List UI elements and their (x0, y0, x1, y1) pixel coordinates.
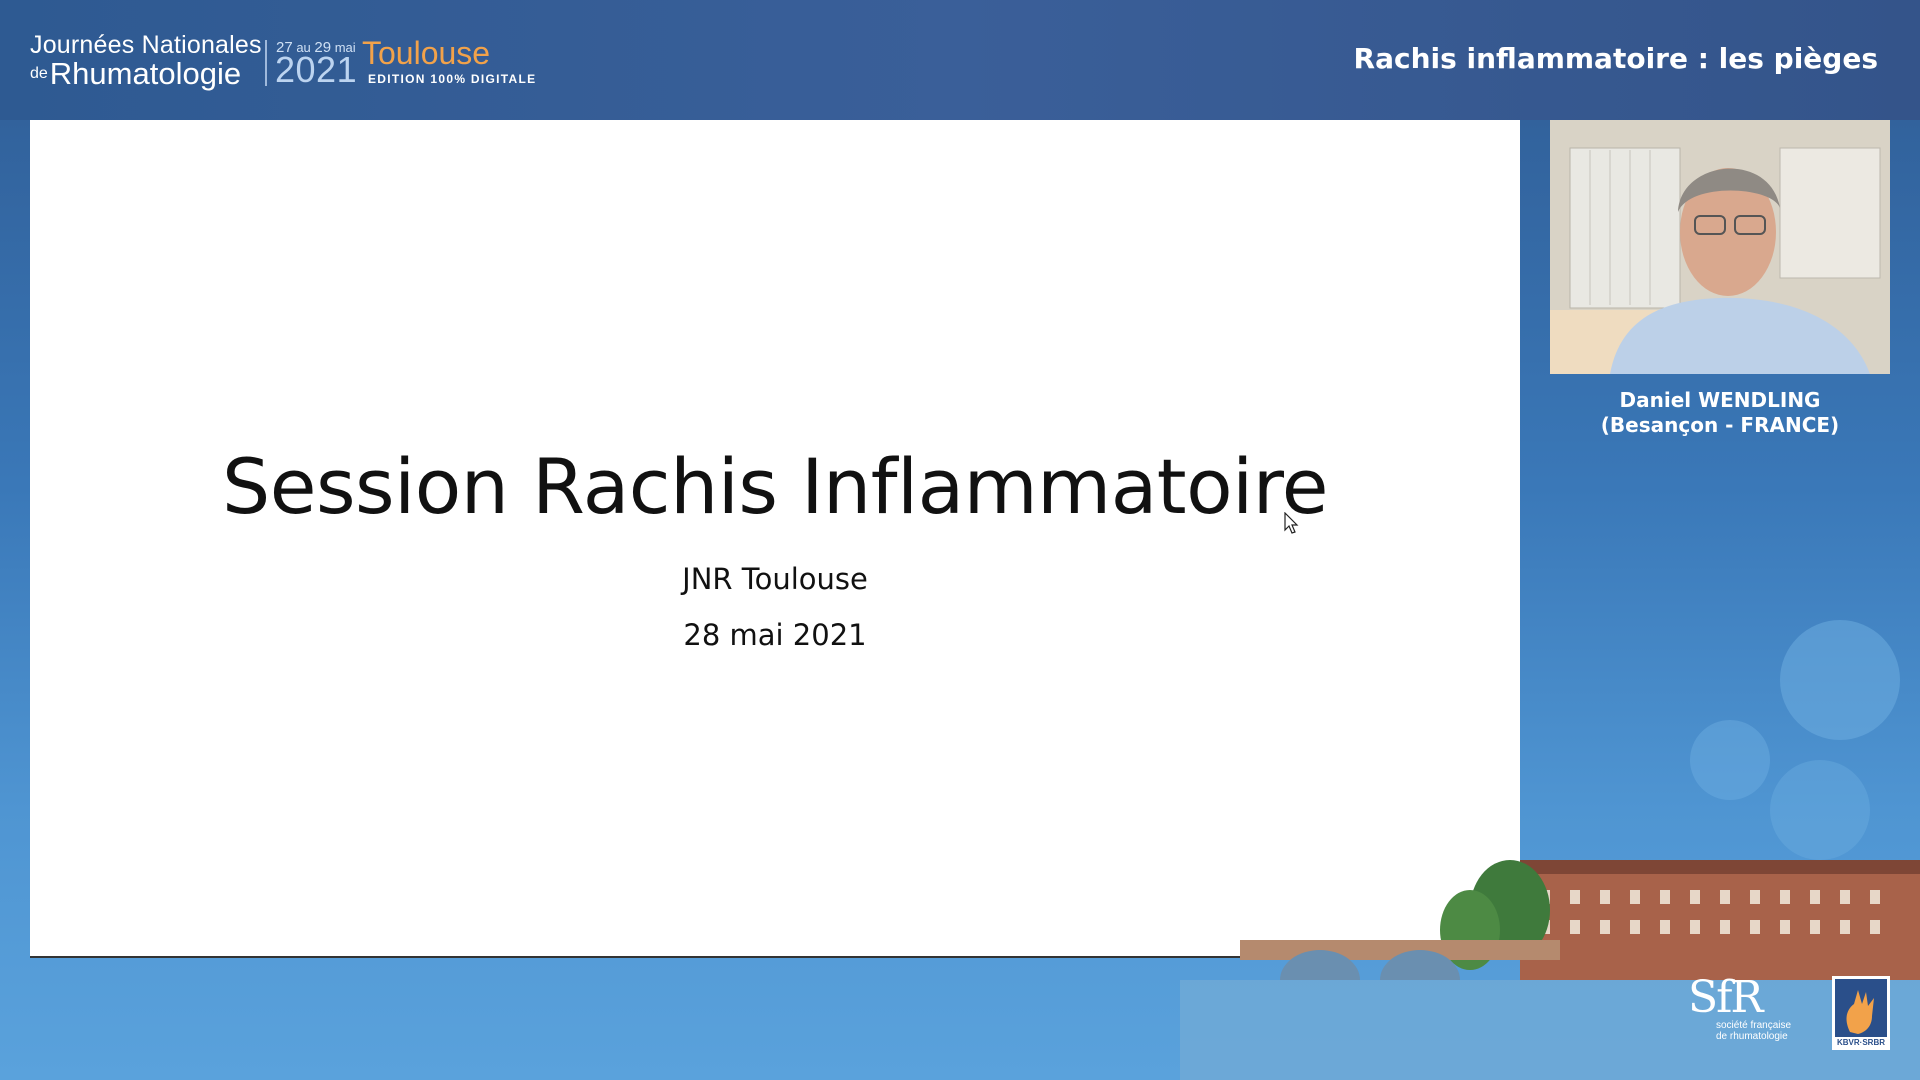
slide-subtitle-event: JNR Toulouse (682, 562, 868, 596)
sfr-logo-line2: de rhumatologie (1716, 1031, 1788, 1042)
logo-rhumatologie: Rhumatologie (49, 56, 242, 91)
speaker-location: (Besançon - FRANCE) (1600, 413, 1840, 437)
kbvr-label: KBVR·SRBR (1837, 1038, 1885, 1047)
talk-title: Rachis inflammatoire : les pièges (1353, 42, 1878, 75)
logo-de: de (30, 65, 48, 82)
presentation-slide: Session Rachis Inflammatoire JNR Toulous… (30, 120, 1520, 958)
logo-edition: EDITION 100% DIGITALE (368, 72, 537, 86)
logo-line1: Journées Nationales (30, 31, 262, 59)
sfr-logo-text: SfR (1688, 972, 1764, 1023)
logo-line2: deRhumatologie (30, 58, 262, 90)
sfr-logo: SfR société française de rhumatologie (1688, 972, 1792, 1043)
mouse-cursor-icon (1284, 512, 1299, 534)
logo-separator (265, 40, 267, 86)
logo-city: Toulouse (362, 35, 491, 71)
slide-subtitle-date: 28 mai 2021 (683, 618, 867, 652)
speaker-video-frame (1550, 120, 1890, 374)
logo-year: 2021 (275, 49, 358, 90)
jnr-logo: Journées Nationales deRhumatologie (30, 32, 262, 90)
sfr-logo-line1: société française (1716, 1020, 1792, 1031)
speaker-video (1550, 120, 1890, 374)
decorative-shapes (1690, 620, 1900, 860)
speaker-caption: Daniel WENDLING (Besançon - FRANCE) (1540, 388, 1900, 438)
speaker-name: Daniel WENDLING (1619, 388, 1821, 412)
kbvr-logo: KBVR·SRBR (1832, 976, 1890, 1050)
header-band: Journées Nationales deRhumatologie 27 au… (0, 0, 1920, 120)
toulouse-scenery (1180, 860, 1920, 1080)
